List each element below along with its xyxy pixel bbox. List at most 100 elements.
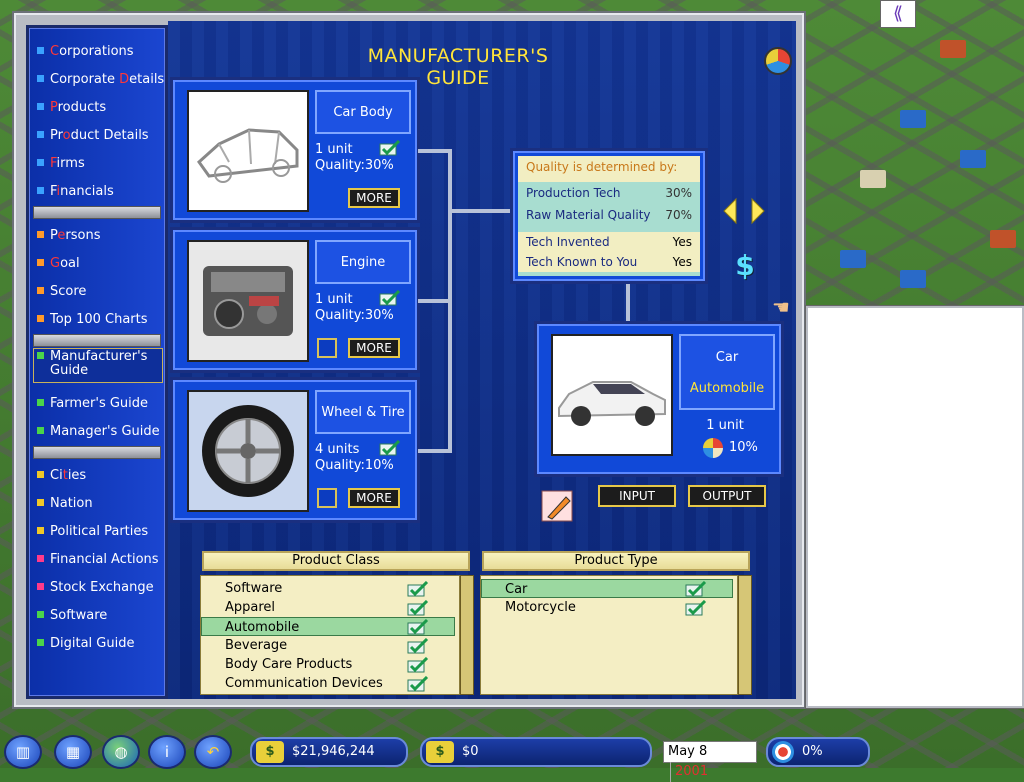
checklist-icon xyxy=(407,657,429,673)
sidebar-item-persons[interactable]: Persons xyxy=(37,226,100,246)
bullet-icon xyxy=(37,527,44,534)
product-type-scrollbar[interactable] xyxy=(738,575,752,695)
more-button[interactable]: MORE xyxy=(348,488,400,508)
sidebar-item-product-details[interactable]: Product Details xyxy=(37,126,149,146)
sidebar-item-software[interactable]: Software xyxy=(37,606,107,626)
sidebar-divider xyxy=(33,334,161,347)
cash-display: $ $21,946,244 xyxy=(250,737,408,767)
input-name: Wheel & Tire xyxy=(315,390,411,434)
product-class-list[interactable]: Software Apparel Automobile Beverage Bod… xyxy=(200,575,460,695)
bullet-icon xyxy=(37,315,44,322)
bullet-icon xyxy=(37,399,44,406)
undo-icon[interactable]: ↶ xyxy=(194,735,232,769)
profit-display: $ $0 xyxy=(420,737,652,767)
wheel-image xyxy=(187,390,309,512)
checklist-icon xyxy=(407,638,429,654)
bullet-icon xyxy=(37,499,44,506)
manufacturers-guide-window: Corporations Corporate Details Products … xyxy=(14,13,804,707)
sidebar-divider xyxy=(33,206,161,219)
bullet-icon xyxy=(37,287,44,294)
building xyxy=(900,270,926,288)
bullet-icon xyxy=(37,47,44,54)
product-class-header: Product Class xyxy=(202,551,470,571)
bullet-icon xyxy=(37,471,44,478)
info-panel xyxy=(806,306,1024,708)
quality-header: Quality is determined by: xyxy=(518,156,700,182)
sidebar-item-digital-guide[interactable]: Digital Guide xyxy=(37,634,134,654)
checklist-icon xyxy=(379,290,401,306)
sidebar-item-farmers-guide[interactable]: Farmer's Guide xyxy=(37,394,148,414)
building xyxy=(860,170,886,188)
money-icon: $ xyxy=(256,741,284,763)
sidebar-item-managers-guide[interactable]: Manager's Guide xyxy=(37,422,160,442)
bullet-icon xyxy=(37,639,44,646)
percent-display: 0% xyxy=(766,737,870,767)
date-display: May 8 2001 xyxy=(663,741,757,782)
connector-line xyxy=(448,149,452,453)
bullet-icon xyxy=(37,131,44,138)
sidebar-item-financials[interactable]: Financials xyxy=(37,182,114,202)
building xyxy=(900,110,926,128)
building-icon[interactable]: ▥ xyxy=(4,735,42,769)
bullet-icon xyxy=(37,75,44,82)
sidebar-item-corporations[interactable]: Corporations xyxy=(37,42,134,62)
sidebar-item-manufacturers-guide-label: Manufacturer's Guide xyxy=(37,350,147,378)
output-quality: 10% xyxy=(729,440,758,455)
bullet-icon xyxy=(37,103,44,110)
sidebar-item-nation[interactable]: Nation xyxy=(37,494,93,514)
arrow-back-icon[interactable]: ⟪ xyxy=(880,0,916,28)
bottom-toolbar: ▥ ▦ ◍ i ↶ $ $21,946,244 $ $0 0% xyxy=(0,732,1024,769)
checklist-icon xyxy=(407,619,429,635)
globe-icon[interactable]: ◍ xyxy=(102,735,140,769)
target-icon xyxy=(772,741,794,763)
product-class-scrollbar[interactable] xyxy=(460,575,474,695)
checklist-icon xyxy=(407,600,429,616)
sidebar-item-products[interactable]: Products xyxy=(37,98,106,118)
arrow-left-icon[interactable] xyxy=(722,197,738,225)
building xyxy=(840,250,866,268)
connector-line xyxy=(448,209,510,213)
car-body-image xyxy=(187,90,309,212)
output-card-car: Car Automobile 1 unit 10% xyxy=(534,321,784,477)
connector-line xyxy=(418,299,450,303)
sidebar-item-goal[interactable]: Goal xyxy=(37,254,80,274)
sidebar-item-stock-exchange[interactable]: Stock Exchange xyxy=(37,578,154,598)
sidebar-item-firms[interactable]: Firms xyxy=(37,154,85,174)
sidebar-item-cities[interactable]: Cities xyxy=(37,466,86,486)
output-button[interactable]: OUTPUT xyxy=(688,485,766,507)
sidebar-item-political-parties[interactable]: Political Parties xyxy=(37,522,148,542)
input-button[interactable]: INPUT xyxy=(598,485,676,507)
car-image xyxy=(551,334,673,456)
sidebar-item-top-100-charts[interactable]: Top 100 Charts xyxy=(37,310,148,330)
checklist-icon xyxy=(407,676,429,692)
map-icon[interactable]: ▦ xyxy=(54,735,92,769)
input-card-engine: Engine 1 unit Quality:30% MORE xyxy=(170,227,420,373)
pencil-icon[interactable] xyxy=(538,487,576,525)
more-button[interactable]: MORE xyxy=(348,338,400,358)
bullet-icon xyxy=(37,427,44,434)
select-checkbox[interactable] xyxy=(317,488,337,508)
sidebar-nav: Corporations Corporate Details Products … xyxy=(26,25,168,699)
bullet-icon xyxy=(37,611,44,618)
connector-line xyxy=(418,149,450,153)
pie-chart-icon[interactable] xyxy=(764,47,792,75)
output-units: 1 unit xyxy=(706,418,744,433)
dollar-icon[interactable]: $ xyxy=(732,249,758,283)
bullet-icon xyxy=(37,259,44,266)
quality-row: Tech Invented Yes xyxy=(518,232,700,252)
product-type-list[interactable]: Car Motorcycle xyxy=(480,575,738,695)
bullet-icon xyxy=(37,187,44,194)
more-button[interactable]: MORE xyxy=(348,188,400,208)
input-card-wheel-tire: Wheel & Tire 4 units Quality:10% MORE xyxy=(170,377,420,523)
output-name: Car Automobile xyxy=(679,334,775,410)
quality-row: Production Tech 30% xyxy=(526,186,692,200)
arrow-right-icon[interactable] xyxy=(750,197,766,225)
sidebar-item-financial-actions[interactable]: Financial Actions xyxy=(37,550,159,570)
connector-line xyxy=(418,449,450,453)
select-checkbox[interactable] xyxy=(317,338,337,358)
sidebar-item-score[interactable]: Score xyxy=(37,282,86,302)
bullet-icon xyxy=(37,352,44,359)
info-icon[interactable]: i xyxy=(148,735,186,769)
building xyxy=(990,230,1016,248)
sidebar-item-corporate-details[interactable]: Corporate Details xyxy=(37,70,164,90)
